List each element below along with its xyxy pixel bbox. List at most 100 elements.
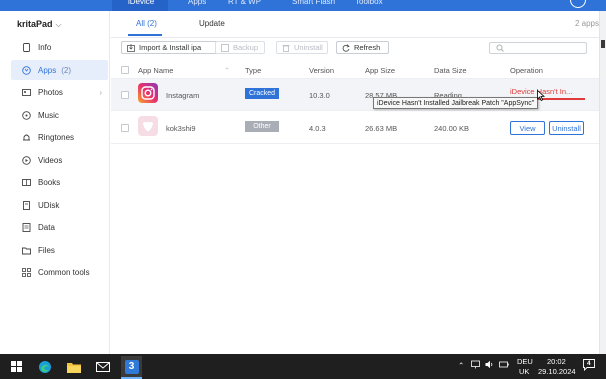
column-app-name[interactable]: App Name <box>138 66 173 75</box>
sort-icon[interactable]: ⌃ <box>224 66 230 75</box>
sidebar-item-photos[interactable]: Photos › <box>11 82 108 102</box>
backup-icon <box>221 43 229 52</box>
sidebar-item-files[interactable]: Files <box>11 240 108 260</box>
sidebar-item-udisk[interactable]: UDisk <box>11 195 108 215</box>
uninstall-toolbar-button[interactable]: Uninstall <box>276 41 328 54</box>
sidebar-item-label: Apps <box>38 65 57 75</box>
sidebar-item-label: Data <box>38 222 55 232</box>
column-type[interactable]: Type <box>245 66 261 75</box>
type-badge: Cracked <box>245 88 279 99</box>
3utools-app-label: 3 <box>124 359 139 374</box>
book-icon <box>22 178 31 187</box>
top-nav: iDevice Apps RT & WP Smart Flash Toolbox <box>0 0 606 11</box>
backup-label: Backup <box>233 43 259 52</box>
clock-date[interactable]: 29.10.2024 <box>538 367 576 376</box>
sidebar-item-music[interactable]: Music <box>11 105 108 125</box>
windows-start-icon[interactable] <box>6 356 27 377</box>
sidebar-item-data[interactable]: Data <box>11 217 108 237</box>
divider <box>111 37 599 38</box>
column-app-size[interactable]: App Size <box>365 66 395 75</box>
sidebar-item-label: Books <box>38 177 61 187</box>
apps-icon <box>22 65 31 75</box>
refresh-icon <box>342 43 350 52</box>
clock-time[interactable]: 20:02 <box>547 357 566 366</box>
sidebar-item-label: Music <box>38 110 59 120</box>
row-checkbox[interactable] <box>121 91 129 99</box>
view-button[interactable]: View <box>510 121 545 135</box>
mail-icon[interactable] <box>92 356 113 377</box>
edge-browser-icon[interactable] <box>34 356 55 377</box>
sidebar-item-label: Ringtones <box>38 132 75 142</box>
column-version[interactable]: Version <box>309 66 334 75</box>
grid-icon <box>22 267 31 277</box>
info-icon <box>22 42 31 52</box>
sidebar-item-common-tools[interactable]: Common tools <box>11 262 108 282</box>
network-icon[interactable] <box>471 360 480 371</box>
battery-icon[interactable] <box>499 360 509 371</box>
mouse-cursor-icon <box>537 89 546 103</box>
sidebar-item-apps[interactable]: Apps (2) <box>11 60 108 80</box>
file-explorer-icon[interactable] <box>63 356 84 377</box>
app-count-label: 2 apps <box>574 19 599 28</box>
tab-smart-flash[interactable]: Smart Flash <box>292 0 335 11</box>
scrollbar-thumb[interactable] <box>601 40 605 48</box>
folder-icon <box>22 246 31 255</box>
language-indicator[interactable]: DEU <box>517 357 533 366</box>
import-icon <box>127 43 135 52</box>
sidebar-item-ringtones[interactable]: Ringtones <box>11 127 108 147</box>
tab-update[interactable]: Update <box>199 19 225 28</box>
sidebar-item-label: UDisk <box>38 200 60 210</box>
tooltip: iDevice Hasn't Installed Jailbreak Patch… <box>373 97 539 109</box>
app-version: 4.0.3 <box>309 124 326 133</box>
chevron-down-icon: ⌵ <box>55 20 62 29</box>
sidebar-item-info[interactable]: Info <box>11 37 108 57</box>
tab-idevice[interactable]: iDevice <box>112 0 168 11</box>
chevron-up-icon[interactable]: ⌃ <box>458 361 464 370</box>
bell-icon <box>22 133 31 142</box>
sidebar-item-label: Common tools <box>38 267 90 277</box>
row-checkbox[interactable] <box>121 124 129 132</box>
speaker-icon[interactable] <box>485 360 494 371</box>
photos-icon <box>22 88 31 97</box>
device-name: kritaPad <box>17 19 53 29</box>
type-badge: Other <box>245 121 279 132</box>
video-icon <box>22 155 31 165</box>
apps-count: (2) <box>61 65 72 75</box>
sidebar-item-label: Photos <box>38 87 63 97</box>
select-all-checkbox[interactable] <box>121 66 129 74</box>
uninstall-row-button[interactable]: Uninstall <box>549 121 584 135</box>
column-data-size[interactable]: Data Size <box>434 66 467 75</box>
tab-rt-wp[interactable]: RT & WP <box>228 0 261 11</box>
udisk-icon <box>22 200 31 210</box>
refresh-button[interactable]: Refresh <box>336 41 389 54</box>
data-size: 240.00 KB <box>434 124 470 133</box>
notification-icon[interactable] <box>570 0 586 8</box>
region-indicator[interactable]: UK <box>519 367 529 376</box>
taskbar: 3 ⌃ DEU UK 20:02 29.10.2024 4 <box>0 354 606 379</box>
table-header: App Name ⌃ Type Version App Size Data Si… <box>111 61 599 79</box>
search-input[interactable] <box>489 42 587 54</box>
instagram-app-icon <box>138 83 158 103</box>
sidebar-item-videos[interactable]: Videos <box>11 150 108 170</box>
data-icon <box>22 222 31 232</box>
scrollbar[interactable] <box>599 11 606 354</box>
notification-count: 4 <box>587 360 591 367</box>
device-selector[interactable]: kritaPad ⌵ <box>17 19 62 30</box>
tab-apps[interactable]: Apps <box>188 0 206 11</box>
trash-icon <box>282 44 290 52</box>
sidebar-item-label: Info <box>38 42 52 52</box>
tab-all[interactable]: All (2) <box>136 19 157 28</box>
column-operation: Operation <box>510 66 543 75</box>
tab-toolbox[interactable]: Toolbox <box>355 0 383 11</box>
kok3shi9-app-icon <box>138 116 158 136</box>
refresh-label: Refresh <box>354 43 381 52</box>
3utools-app-icon[interactable]: 3 <box>121 356 142 377</box>
table-row[interactable]: kok3shi9 Other 4.0.3 26.63 MB 240.00 KB … <box>111 112 599 144</box>
app-name: Instagram <box>166 91 200 100</box>
sidebar-item-books[interactable]: Books <box>11 172 108 192</box>
import-install-button[interactable]: Import & Install ipa <box>121 41 219 54</box>
app-size: 26.63 MB <box>365 124 398 133</box>
backup-button[interactable]: Backup <box>215 41 265 54</box>
sidebar: kritaPad ⌵ Info Apps (2) Photos › Music R… <box>0 11 110 354</box>
app-name: kok3shi9 <box>166 124 196 133</box>
